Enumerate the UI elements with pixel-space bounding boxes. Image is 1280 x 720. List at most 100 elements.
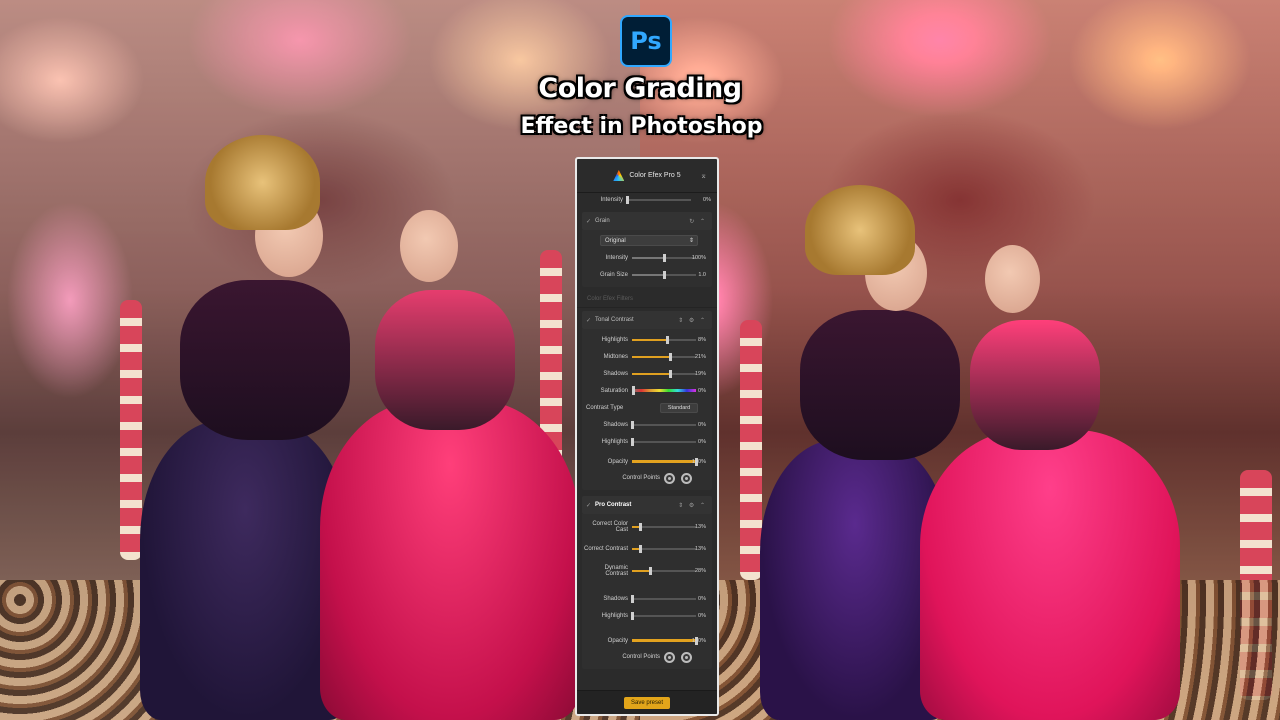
title-line-1: Color Grading (538, 73, 742, 104)
slider-label: Dynamic Contrast (604, 565, 628, 577)
tc-highlights2-slider[interactable] (631, 437, 696, 446)
tc-shadows-slider[interactable] (632, 369, 696, 378)
pc-control-points-row: Control Points (582, 649, 712, 665)
slider-label: Shadows (603, 370, 628, 377)
slider-value: 21% (694, 353, 706, 360)
slider-label: Intensity (605, 254, 628, 261)
tc-shadows2-row: Shadows 0% (582, 416, 712, 433)
tc-highlights-slider[interactable] (632, 335, 696, 344)
section-tools-icon[interactable]: ⇕ ⚙ ⌃ (678, 502, 712, 509)
control-points-label: Control Points (622, 475, 660, 481)
tc-shadows-row: Shadows 19% (582, 365, 712, 382)
tc-opacity-row: Opacity 100% (582, 453, 712, 470)
slider-value: 0% (698, 612, 706, 619)
figure-left-crown (805, 185, 915, 275)
grain-section: ✓ Grain ↻ ⌃ Original ⇕ Intensity 100% Gr… (582, 212, 712, 287)
intensity-slider[interactable] (626, 195, 691, 204)
pc-highlights-slider[interactable] (631, 611, 696, 620)
tc-midtones-slider[interactable] (632, 352, 696, 361)
pro-contrast-header[interactable]: ✓ Pro Contrast ⇕ ⚙ ⌃ (582, 496, 712, 514)
tonal-contrast-body: Highlights 8% Midtones 21% Shadows 19% S… (582, 329, 712, 490)
slider-label: Opacity (607, 458, 628, 465)
tc-control-points-row: Control Points (582, 470, 712, 486)
panel-header: Color Efex Pro 5 ⌅ (577, 159, 717, 193)
slider-value: 0% (698, 387, 706, 394)
tc-saturation-row: Saturation 0% (582, 382, 712, 399)
slider-value: 19% (694, 370, 706, 377)
nik-logo-icon (613, 170, 625, 181)
panel-footer: Save preset (577, 690, 717, 714)
grain-size-slider[interactable] (632, 270, 696, 279)
grain-body: Original ⇕ Intensity 100% Grain Size 1.0 (582, 230, 712, 287)
checkmark-icon[interactable]: ✓ (586, 502, 591, 509)
add-control-point-icon[interactable] (664, 472, 675, 484)
pc-highlights-row: Highlights 0% (582, 607, 712, 624)
section-name: Pro Contrast (595, 502, 632, 508)
figure-right-skirt (320, 400, 580, 720)
add-control-point-icon[interactable] (664, 651, 675, 663)
pc-correct-contrast-row: Correct Contrast 13% (582, 538, 712, 560)
tc-shadows2-slider[interactable] (631, 420, 696, 429)
section-tools-icon[interactable]: ⇕ ⚙ ⌃ (678, 317, 712, 324)
figure-right-head (985, 245, 1040, 313)
tc-midtones-row: Midtones 21% (582, 348, 712, 365)
slider-value: 100% (691, 637, 706, 644)
slider-label: Correct Contrast (583, 546, 628, 552)
pillar (120, 300, 142, 560)
reset-collapse-icon[interactable]: ↻ ⌃ (689, 218, 712, 225)
tc-opacity-slider[interactable] (632, 457, 698, 466)
slider-label: Saturation (600, 387, 628, 394)
collapse-icon[interactable]: ⌅ (700, 171, 707, 180)
slider-label: Shadows (603, 421, 628, 428)
color-efex-panel: Color Efex Pro 5 ⌅ Intensity 0% ✓ Grain … (575, 157, 719, 716)
pro-contrast-section: ✓ Pro Contrast ⇕ ⚙ ⌃ Correct Color Cast … (582, 496, 712, 669)
photoshop-logo-icon: Ps (620, 15, 672, 67)
pc-shadows-slider[interactable] (631, 594, 696, 603)
intensity-row: Intensity 0% (577, 191, 717, 208)
slider-label: Highlights (601, 438, 628, 445)
slider-label: Highlights (601, 336, 628, 343)
save-preset-button[interactable]: Save preset (623, 696, 671, 709)
tc-highlights2-row: Highlights 0% (582, 433, 712, 450)
slider-value: 0% (703, 196, 711, 203)
slider-value: 0% (698, 421, 706, 428)
contrast-type-row: Contrast Type Standard (582, 399, 712, 416)
figure-left-skirt (140, 420, 350, 720)
figure-right-top (970, 320, 1100, 450)
pc-dynamic-contrast-slider[interactable] (632, 567, 696, 575)
slider-label: Correct Color Cast (592, 521, 628, 533)
slider-label: Shadows (603, 595, 628, 602)
pc-color-cast-slider[interactable] (632, 523, 696, 531)
slider-value: 0% (698, 438, 706, 445)
slider-value: 28% (694, 568, 706, 574)
select-value: Original (605, 237, 626, 244)
pc-color-cast-row: Correct Color Cast 13% (582, 516, 712, 538)
slider-label: Intensity (600, 196, 623, 203)
section-name: Tonal Contrast (595, 317, 634, 323)
tonal-contrast-header[interactable]: ✓ Tonal Contrast ⇕ ⚙ ⌃ (582, 311, 712, 329)
grain-header[interactable]: ✓ Grain ↻ ⌃ (582, 212, 712, 230)
grain-preset-select[interactable]: Original ⇕ (600, 235, 698, 246)
pillar (740, 320, 762, 580)
before-photo (0, 0, 640, 720)
remove-control-point-icon[interactable] (681, 651, 692, 663)
grain-intensity-row: Intensity 100% (582, 249, 712, 266)
slider-value: 13% (694, 546, 706, 552)
remove-control-point-icon[interactable] (681, 472, 692, 484)
pc-dynamic-contrast-row: Dynamic Contrast 28% (582, 560, 712, 582)
figure-right-head (400, 210, 458, 282)
slider-value: 0% (698, 595, 706, 602)
chevron-updown-icon: ⇕ (688, 238, 694, 244)
checkmark-icon[interactable]: ✓ (586, 218, 591, 225)
slider-label: Grain Size (599, 271, 628, 278)
slider-label: Opacity (607, 637, 628, 644)
grain-intensity-slider[interactable] (632, 253, 696, 262)
tonal-contrast-section: ✓ Tonal Contrast ⇕ ⚙ ⌃ Highlights 8% Mid… (582, 311, 712, 490)
checkmark-icon[interactable]: ✓ (586, 317, 591, 324)
contrast-type-select[interactable]: Standard (660, 402, 698, 413)
pc-correct-contrast-slider[interactable] (632, 545, 696, 553)
control-points-label: Control Points (622, 654, 660, 660)
saturation-slider[interactable] (632, 386, 696, 395)
figure-left-top (800, 310, 960, 460)
pc-opacity-slider[interactable] (632, 636, 698, 645)
